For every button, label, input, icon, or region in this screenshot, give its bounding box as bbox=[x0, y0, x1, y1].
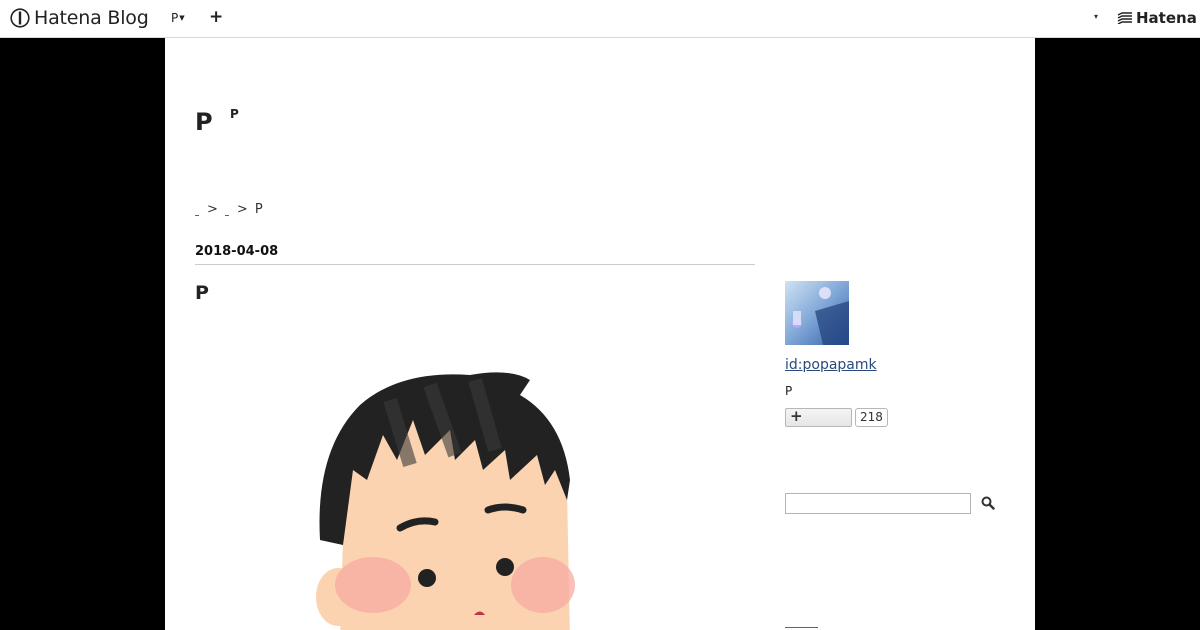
entry-date[interactable]: 2018-04-08 bbox=[195, 244, 278, 259]
breadcrumb: > > P bbox=[195, 202, 263, 217]
breadcrumb-separator: > bbox=[207, 202, 218, 217]
blog-description: P bbox=[230, 107, 239, 121]
hatena-blog-logo[interactable]: Hatena Blog bbox=[10, 7, 149, 29]
entry-illustration-image bbox=[316, 372, 575, 630]
profile-avatar[interactable] bbox=[785, 281, 849, 345]
search-input[interactable] bbox=[785, 493, 971, 514]
breadcrumb-current: P bbox=[254, 202, 263, 217]
blog-menu-dropdown[interactable]: P▼ bbox=[171, 11, 185, 25]
hatena-logo[interactable]: Hatena bbox=[1117, 9, 1197, 27]
entry-title[interactable]: P bbox=[195, 282, 209, 304]
blog-container: P P > > P 2018-04-08 P id:popapamk P + 2… bbox=[165, 38, 1035, 630]
profile-description: P bbox=[785, 384, 793, 398]
profile-id-link[interactable]: id:popapamk bbox=[785, 357, 877, 373]
plus-icon: + bbox=[790, 407, 803, 425]
subscribe-button[interactable]: + bbox=[785, 407, 852, 427]
breadcrumb-link-1[interactable] bbox=[195, 211, 199, 216]
date-divider bbox=[195, 264, 755, 265]
breadcrumb-separator: > bbox=[236, 202, 248, 217]
hatena-logo-icon bbox=[1117, 12, 1132, 24]
blog-menu-label: P bbox=[171, 11, 179, 25]
user-menu-caret-icon[interactable]: ▾ bbox=[1094, 12, 1098, 21]
new-post-button[interactable]: + bbox=[209, 7, 223, 27]
hatena-blog-logo-icon bbox=[10, 8, 30, 28]
blog-title[interactable]: P bbox=[195, 108, 213, 136]
sidebar-link[interactable] bbox=[785, 617, 818, 628]
breadcrumb-link-2[interactable] bbox=[224, 211, 229, 216]
logo-text: Hatena Blog bbox=[34, 7, 149, 29]
search-icon[interactable] bbox=[981, 496, 995, 510]
hatena-logo-text: Hatena bbox=[1136, 9, 1197, 27]
caret-down-icon: ▼ bbox=[179, 14, 185, 22]
subscriber-count: 218 bbox=[855, 408, 888, 427]
global-header: Hatena Blog P▼ + ▾ Hatena bbox=[0, 0, 1200, 38]
